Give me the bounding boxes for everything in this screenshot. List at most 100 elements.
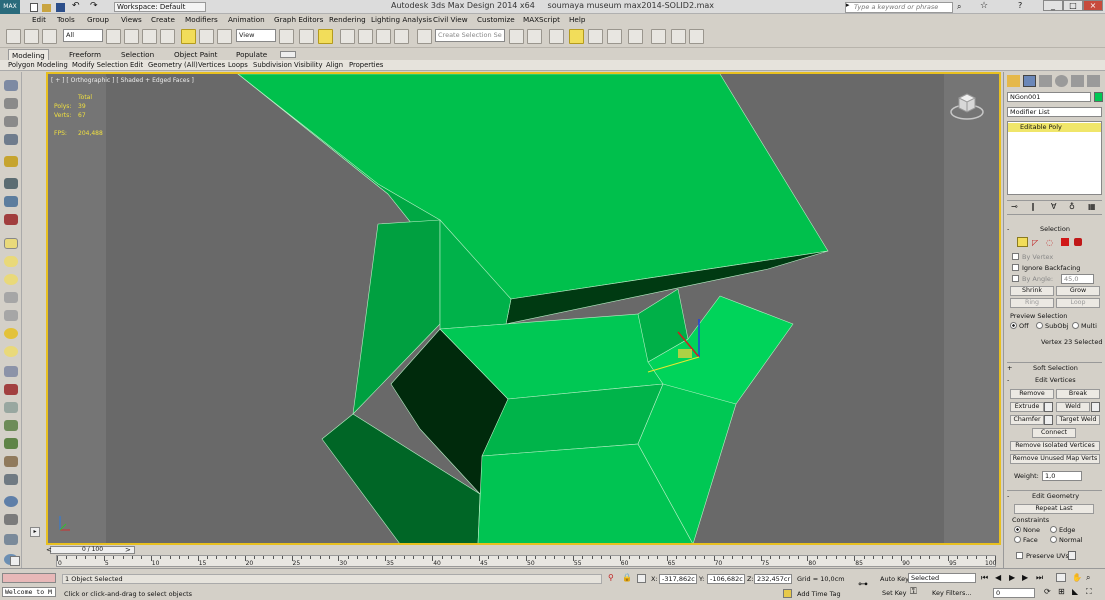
auto-key-button[interactable]: Auto Key (880, 575, 909, 583)
move-icon[interactable] (181, 29, 196, 44)
by-angle-checkbox[interactable] (1012, 275, 1019, 282)
ignore-backfacing-checkbox[interactable] (1012, 264, 1019, 271)
edit-geometry-title[interactable]: Edit Geometry (1032, 492, 1079, 501)
edit-named-selection-icon[interactable] (417, 29, 432, 44)
grow-button[interactable]: Grow (1056, 286, 1100, 296)
remove-unused-map-button[interactable]: Remove Unused Map Verts (1010, 454, 1100, 464)
constraint-normal-radio[interactable] (1050, 536, 1057, 543)
element-mode-icon[interactable] (1074, 238, 1082, 246)
vertex-mode-icon[interactable] (1017, 237, 1028, 247)
modifier-list-dropdown[interactable]: Modifier List (1007, 107, 1102, 117)
extrude-settings-icon[interactable] (1044, 402, 1053, 412)
toggle-scene-explorer-icon[interactable] (549, 29, 564, 44)
rect-selection-icon[interactable] (142, 29, 157, 44)
angle-snap-icon[interactable] (358, 29, 373, 44)
menu-group[interactable]: Group (87, 15, 109, 25)
reference-coord-dropdown[interactable]: View (236, 29, 276, 42)
create-tab-icon[interactable] (1007, 75, 1020, 87)
go-to-end-icon[interactable]: ⏭ (1036, 573, 1043, 583)
minimize-button[interactable]: _ (1043, 0, 1063, 11)
expand-arrow-icon[interactable]: ▸ (30, 527, 40, 537)
show-end-result-icon[interactable]: ∥ (1031, 202, 1035, 211)
orbit-icon[interactable]: ⟳ (1044, 587, 1051, 596)
next-frame-icon[interactable]: ▶ (1022, 573, 1028, 582)
menu-views[interactable]: Views (121, 15, 142, 25)
ribbon-modify-selection[interactable]: Modify Selection (72, 60, 128, 70)
weld-button[interactable]: Weld (1056, 402, 1090, 412)
motion-tab-icon[interactable] (1055, 75, 1068, 87)
current-frame-field[interactable]: 0 (993, 588, 1035, 598)
field-of-view-icon[interactable]: ◣ (1072, 587, 1078, 596)
add-time-tag[interactable]: Add Time Tag (797, 590, 841, 598)
material-editor-icon[interactable] (651, 29, 666, 44)
chamfer-button[interactable]: Chamfer (1010, 415, 1044, 425)
set-key-icon[interactable]: ⚿ (910, 587, 917, 597)
constraint-edge-radio[interactable] (1050, 526, 1057, 533)
menu-modifiers[interactable]: Modifiers (185, 15, 218, 25)
ribbon-properties[interactable]: Properties (349, 60, 383, 70)
hierarchy-icon[interactable] (4, 178, 18, 189)
menu-civil-view[interactable]: Civil View (433, 15, 468, 25)
edit-geometry-toggle[interactable]: - (1007, 492, 1009, 501)
search-icon[interactable]: ▸ (846, 1, 850, 9)
foliage-icon[interactable] (4, 420, 18, 431)
toggle-ribbon-icon[interactable] (588, 29, 603, 44)
menu-rendering[interactable]: Rendering (329, 15, 366, 25)
viewport-geometry[interactable] (48, 74, 1001, 545)
menu-graph-editors[interactable]: Graph Editors (274, 15, 323, 25)
selection-rollout-toggle[interactable]: - (1007, 225, 1009, 234)
chamfer-settings-icon[interactable] (1044, 415, 1053, 425)
window-crossing-icon[interactable] (160, 29, 175, 44)
slider-prev-icon[interactable]: < (46, 546, 52, 554)
soft-selection-title[interactable]: Soft Selection (1033, 364, 1078, 373)
time-slider[interactable]: 0 / 100 (50, 546, 135, 554)
snaps-toggle-icon[interactable] (340, 29, 355, 44)
globe-icon[interactable] (4, 496, 18, 507)
remove-isolated-button[interactable]: Remove Isolated Vertices (1010, 441, 1100, 451)
tree-icon[interactable] (4, 438, 18, 449)
key-filters-button[interactable]: Key Filters... (932, 589, 972, 597)
torus-icon[interactable] (4, 346, 18, 357)
sphere-icon[interactable] (4, 274, 18, 285)
motion-icon[interactable] (4, 196, 18, 207)
border-mode-icon[interactable]: ◌ (1046, 238, 1053, 247)
timeline-ruler[interactable]: 0 5 10 15 20 25 30 35 40 45 50 55 60 65 70 75 80 85 90 95 10… (56, 555, 996, 567)
select-manipulate-icon[interactable] (299, 29, 314, 44)
preview-multi-radio[interactable] (1072, 322, 1079, 329)
terrain-icon[interactable] (4, 402, 18, 413)
walk-icon[interactable] (4, 474, 18, 485)
isolate-icon[interactable]: ⚲ (608, 573, 614, 582)
display-tab-icon[interactable] (1071, 75, 1084, 87)
menu-lighting-analysis[interactable]: Lighting Analysis (371, 15, 432, 25)
zoom-extents-icon[interactable]: ⊞ (1058, 587, 1065, 596)
preview-subobj-radio[interactable] (1036, 322, 1043, 329)
edit-vertices-title[interactable]: Edit Vertices (1035, 376, 1076, 385)
sun-icon[interactable] (4, 328, 18, 339)
maximize-viewport-icon[interactable]: ⛶ (1086, 587, 1092, 597)
ribbon-align[interactable]: Align (326, 60, 343, 70)
constraint-none-radio[interactable] (1014, 526, 1021, 533)
target-weld-button[interactable]: Target Weld (1056, 415, 1100, 425)
tab-object-paint[interactable]: Object Paint (171, 49, 220, 60)
ribbon-vertices[interactable]: Vertices (198, 60, 225, 70)
zoom-icon[interactable]: ⌕ (1086, 573, 1090, 583)
stairs-icon[interactable] (4, 366, 18, 377)
object-name-field[interactable]: NGon001 (1007, 92, 1091, 102)
render-setup-icon[interactable] (671, 29, 686, 44)
search-input[interactable]: Type a keyword or phrase (845, 2, 953, 13)
mirror-icon[interactable] (509, 29, 524, 44)
link-icon[interactable] (6, 29, 21, 44)
menu-tools[interactable]: Tools (57, 15, 75, 25)
lock-selection-icon[interactable]: 🔒 (622, 573, 632, 582)
extrude-button[interactable]: Extrude (1010, 402, 1044, 412)
set-key-button[interactable]: Set Key (882, 589, 907, 597)
viewport[interactable]: [ + ] [ Orthographic ] [ Shaded + Edged … (46, 72, 1001, 545)
remove-modifier-icon[interactable]: ♁ (1069, 202, 1075, 211)
scale-icon[interactable] (217, 29, 232, 44)
soft-selection-toggle[interactable]: + (1007, 364, 1012, 373)
close-button[interactable]: × (1083, 0, 1103, 11)
hierarchy-tab-icon[interactable] (1039, 75, 1052, 87)
ribbon-subdivision[interactable]: Subdivision (253, 60, 292, 70)
ribbon-options-icon[interactable] (280, 51, 296, 58)
display-icon[interactable] (4, 214, 18, 225)
